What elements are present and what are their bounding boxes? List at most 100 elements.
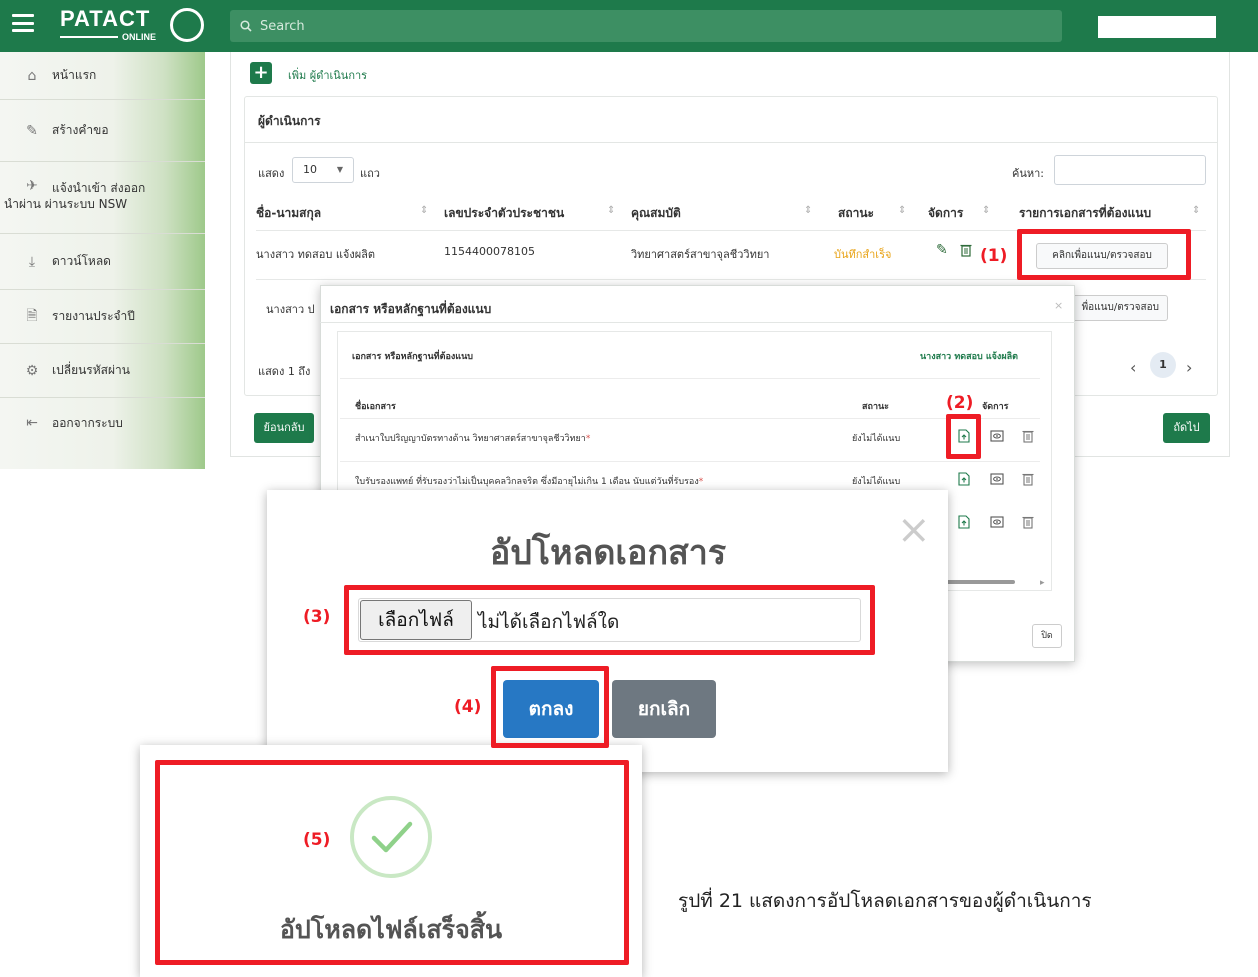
document-name: สำเนาใบปริญญาบัตรทางด้าน วิทยาศาสตร์สาขา…: [355, 431, 590, 445]
pencil-icon: ✎: [26, 122, 38, 139]
trash-icon[interactable]: [960, 243, 972, 257]
column-header-documents[interactable]: รายการเอกสารที่ต้องแนบ: [1019, 204, 1151, 223]
sidebar-item-home[interactable]: ⌂ หน้าแรก: [0, 52, 205, 100]
back-button[interactable]: ย้อนกลับ: [254, 413, 314, 443]
sidebar-item-download[interactable]: ⤓ ดาวน์โหลด: [0, 234, 205, 290]
column-header-document-manage: จัดการ: [982, 402, 1009, 412]
sort-icon[interactable]: ⇕: [982, 205, 990, 216]
upload-modal-title: อัปโหลดเอกสาร: [489, 533, 727, 573]
documents-person-name: นางสาว ทดสอบ แจ้งผลิต: [920, 352, 1018, 362]
trash-icon[interactable]: [1022, 515, 1034, 529]
sidebar-item-label: สร้างคำขอ: [52, 123, 109, 137]
divider: [340, 461, 1040, 462]
sidebar-item-label: นำผ่าน ผ่านระบบ NSW: [4, 197, 128, 211]
add-operator-button[interactable]: +: [250, 62, 272, 84]
sort-icon[interactable]: ⇕: [804, 205, 812, 216]
sign-out-icon: ⇤: [26, 415, 38, 431]
chevron-right-icon[interactable]: ›: [1186, 358, 1192, 377]
documents-modal-title: เอกสาร หรือหลักฐานที่ต้องแนบ: [330, 302, 492, 316]
close-icon[interactable]: ×: [897, 510, 931, 550]
sidebar-item-logout[interactable]: ⇤ ออกจากระบบ: [0, 398, 205, 448]
next-button[interactable]: ถัดไป: [1163, 413, 1210, 443]
column-header-status[interactable]: สถานะ: [838, 204, 874, 223]
attach-documents-button[interactable]: พื่อแนบ/ตรวจสอบ: [1060, 295, 1168, 321]
document-name-text: สำเนาใบปริญญาบัตรทางด้าน วิทยาศาสตร์สาขา…: [355, 434, 586, 444]
document-name: ใบรับรองแพทย์ ที่รับรองว่าไม่เป็นบุคคลวิ…: [355, 474, 703, 488]
highlight-box-4: [491, 666, 609, 748]
sidebar-item-annual-report[interactable]: 🗎 รายงานประจำปี: [0, 290, 205, 344]
column-header-document-status: สถานะ: [862, 402, 889, 412]
highlight-box-5: [155, 760, 629, 965]
page-size-select[interactable]: 10 ▼: [292, 157, 354, 183]
divider: [340, 378, 1040, 379]
app-root: PATACT ONLINE Search ⌂ หน้าแรก ✎ สร้างคำ…: [0, 0, 1258, 977]
annotation-label-3: (3): [303, 607, 331, 627]
highlight-box-1: [1017, 229, 1191, 280]
row-qualification: วิทยาศาสตร์สาขาจุลชีววิทยา: [631, 248, 770, 261]
plane-icon: ✈: [26, 178, 38, 194]
column-header-citizen-id[interactable]: เลขประจำตัวประชาชน: [444, 204, 564, 223]
column-header-qualification[interactable]: คุณสมบัติ: [631, 204, 681, 223]
sidebar-item-label: รายงานประจำปี: [52, 309, 135, 323]
column-header-document-name: ชื่อเอกสาร: [355, 402, 396, 412]
scroll-right-icon[interactable]: ▸: [1040, 578, 1045, 588]
search-input[interactable]: Search: [230, 10, 1062, 42]
close-modal-button[interactable]: ปิด: [1032, 624, 1062, 648]
row-name: นางสาว ป: [266, 303, 315, 316]
highlight-box-3: [344, 585, 875, 655]
sidebar-item-label: ออกจากระบบ: [52, 415, 123, 430]
card-title: ผู้ดำเนินการ: [258, 114, 321, 128]
logo-text: PATACT: [60, 6, 151, 31]
top-bar: PATACT ONLINE Search: [0, 0, 1258, 52]
add-operator-link[interactable]: เพิ่ม ผู้ดำเนินการ: [288, 66, 367, 84]
document-status: ยังไม่ได้แนบ: [852, 434, 901, 444]
sidebar-item-import-export[interactable]: ✈ แจ้งนำเข้า ส่งออก นำผ่าน ผ่านระบบ NSW: [0, 162, 205, 234]
figure-caption: รูปที่ 21 แสดงการอัปโหลดเอกสารของผู้ดำเน…: [678, 890, 1092, 912]
show-label: แสดง: [258, 167, 285, 180]
trash-icon[interactable]: [1022, 429, 1034, 443]
trash-icon[interactable]: [1022, 472, 1034, 486]
annotation-label-4: (4): [454, 697, 482, 717]
required-marker: *: [585, 434, 591, 444]
view-icon[interactable]: [990, 515, 1004, 529]
table-info: แสดง 1 ถึง: [258, 365, 311, 378]
sort-icon[interactable]: ⇕: [898, 205, 906, 216]
annotation-label-1: (1): [980, 246, 1008, 266]
sidebar-item-label: หน้าแรก: [52, 68, 97, 82]
divider: [320, 322, 1075, 323]
row-citizen-id: 1154400078105: [444, 245, 535, 258]
annotation-label-2: (2): [946, 393, 974, 413]
cancel-button[interactable]: ยกเลิก: [612, 680, 716, 738]
table-search-label: ค้นหา:: [1012, 167, 1045, 180]
page-button-current[interactable]: 1: [1150, 352, 1176, 378]
upload-file-icon[interactable]: [958, 515, 970, 529]
close-icon[interactable]: ×: [1054, 299, 1063, 312]
gears-icon: ⚙: [25, 362, 39, 379]
view-icon[interactable]: [990, 429, 1004, 443]
sidebar-item-label: เปลี่ยนรหัสผ่าน: [52, 363, 130, 377]
column-header-name[interactable]: ชื่อ-นามสกุล: [256, 204, 321, 223]
required-marker: *: [698, 477, 704, 487]
menu-icon[interactable]: [12, 14, 34, 32]
sort-icon[interactable]: ⇕: [607, 205, 615, 216]
view-icon[interactable]: [990, 472, 1004, 486]
row-name: นางสาว ทดสอบ แจ้งผลิต: [256, 248, 376, 261]
rows-label: แถว: [360, 167, 380, 180]
sort-icon[interactable]: ⇕: [1192, 205, 1200, 216]
chevron-left-icon[interactable]: ‹: [1130, 358, 1136, 377]
column-header-manage[interactable]: จัดการ: [928, 204, 963, 223]
home-icon: ⌂: [27, 67, 37, 84]
search-icon: [240, 20, 252, 32]
upload-file-icon[interactable]: [958, 472, 970, 486]
divider: [244, 142, 1218, 143]
sidebar-item-create-request[interactable]: ✎ สร้างคำขอ: [0, 100, 205, 162]
row-status: บันทึกสำเร็จ: [834, 248, 892, 261]
sidebar-item-change-password[interactable]: ⚙ เปลี่ยนรหัสผ่าน: [0, 344, 205, 398]
document-status: ยังไม่ได้แนบ: [852, 477, 901, 487]
caret-down-icon: ▼: [336, 165, 343, 174]
edit-icon[interactable]: ✎: [936, 242, 948, 258]
user-menu[interactable]: [1098, 16, 1216, 38]
logo-seal-icon: [170, 8, 204, 42]
table-search-input[interactable]: [1054, 155, 1206, 185]
sort-icon[interactable]: ⇕: [420, 205, 428, 216]
